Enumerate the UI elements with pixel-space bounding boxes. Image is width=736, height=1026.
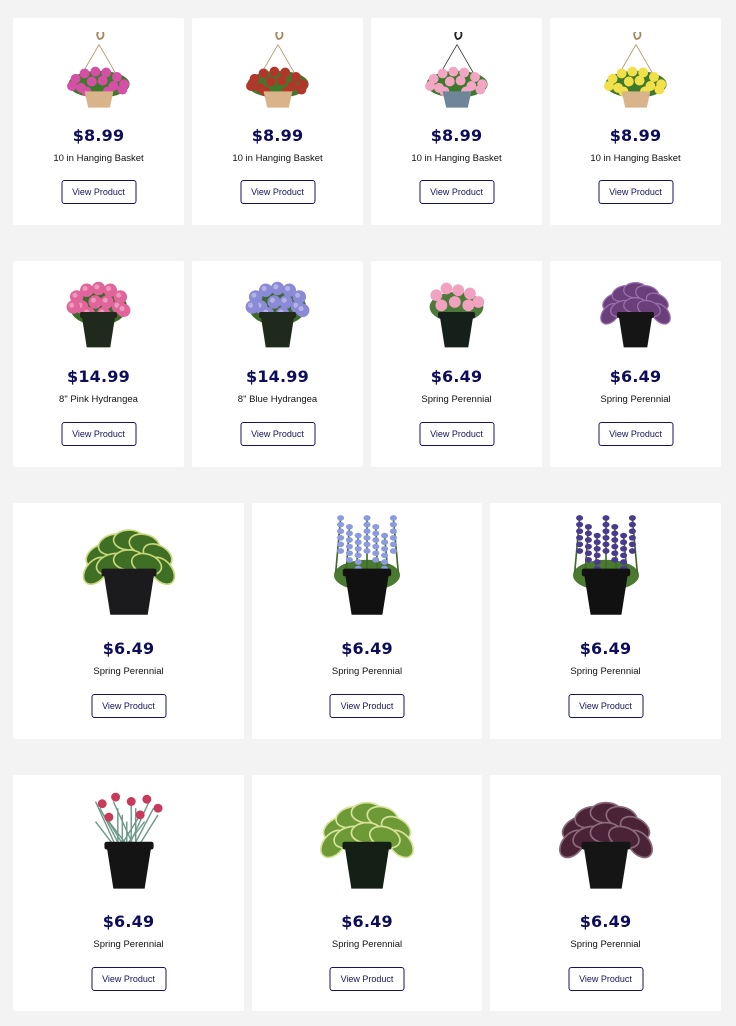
product-name: 10 in Hanging Basket	[590, 153, 681, 164]
product-card[interactable]: $6.49 Spring Perennial View Product	[252, 775, 482, 1011]
product-price: $8.99	[609, 126, 662, 145]
product-image[interactable]	[550, 265, 721, 349]
product-card[interactable]: $14.99 8" Pink Hydrangea View Product	[13, 261, 184, 467]
product-price: $6.49	[579, 912, 632, 931]
product-image[interactable]	[490, 507, 721, 617]
product-image[interactable]	[192, 32, 363, 122]
product-image[interactable]	[252, 507, 482, 617]
blue-salvia-pot-icon	[334, 515, 400, 615]
product-card[interactable]: $8.99 10 in Hanging Basket View Product	[192, 18, 363, 225]
product-name: Spring Perennial	[331, 939, 403, 950]
purple-heuchera-pot-icon	[600, 282, 671, 348]
pink-flower-hanging-basket-icon	[66, 32, 130, 108]
product-card[interactable]: $8.99 10 in Hanging Basket View Product	[550, 18, 721, 225]
product-price: $6.49	[341, 912, 393, 931]
view-product-button[interactable]: View Product	[568, 694, 643, 718]
product-image[interactable]	[252, 779, 482, 891]
product-image[interactable]	[550, 32, 721, 122]
product-card[interactable]: $6.49 Spring Perennial View Product	[252, 503, 482, 739]
product-name: 10 in Hanging Basket	[53, 153, 144, 164]
product-card[interactable]: $8.99 10 in Hanging Basket View Product	[371, 18, 542, 225]
product-price: $6.49	[102, 639, 155, 658]
product-card[interactable]: $6.49 Spring Perennial View Product	[371, 261, 542, 467]
dark-heuchera-pot-icon	[558, 801, 653, 889]
product-name: Spring Perennial	[421, 394, 492, 405]
pink-hydrangea-pot-icon	[66, 281, 131, 348]
product-price: $6.49	[579, 639, 632, 658]
product-price: $14.99	[67, 367, 130, 386]
view-product-button[interactable]: View Product	[329, 967, 405, 991]
product-name: Spring Perennial	[570, 666, 641, 677]
product-name: 10 in Hanging Basket	[232, 153, 323, 164]
pink-impatiens-hanging-basket-icon	[424, 32, 488, 108]
product-name: 8" Pink Hydrangea	[59, 394, 138, 405]
product-image[interactable]	[490, 779, 721, 891]
product-name: Spring Perennial	[331, 666, 403, 677]
product-name: Spring Perennial	[93, 939, 164, 950]
product-image[interactable]	[371, 265, 542, 349]
view-product-button[interactable]: View Product	[61, 180, 136, 204]
view-product-button[interactable]: View Product	[419, 422, 494, 446]
hosta-pot-icon	[82, 529, 175, 615]
product-card[interactable]: $6.49 Spring Perennial View Product	[490, 503, 721, 739]
view-product-button[interactable]: View Product	[598, 422, 673, 446]
product-price: $8.99	[430, 126, 483, 145]
product-card[interactable]: $6.49 Spring Perennial View Product	[550, 261, 721, 467]
product-name: Spring Perennial	[570, 939, 641, 950]
view-product-button[interactable]: View Product	[91, 967, 166, 991]
product-image[interactable]	[371, 32, 542, 122]
product-image[interactable]	[13, 32, 184, 122]
product-price: $6.49	[609, 367, 662, 386]
product-price: $6.49	[341, 639, 393, 658]
view-product-button[interactable]: View Product	[329, 694, 405, 718]
view-product-button[interactable]: View Product	[568, 967, 643, 991]
view-product-button[interactable]: View Product	[240, 422, 315, 446]
product-card[interactable]: $8.99 10 in Hanging Basket View Product	[13, 18, 184, 225]
product-image[interactable]	[13, 265, 184, 349]
product-card[interactable]: $6.49 Spring Perennial View Product	[13, 775, 244, 1011]
purple-salvia-pot-icon	[572, 515, 639, 615]
product-name: Spring Perennial	[600, 394, 671, 405]
variegated-hosta-pot-icon	[320, 801, 414, 889]
product-price: $6.49	[430, 367, 483, 386]
product-name: 8" Blue Hydrangea	[237, 394, 318, 405]
view-product-button[interactable]: View Product	[598, 180, 673, 204]
product-card[interactable]: $6.49 Spring Perennial View Product	[13, 503, 244, 739]
product-price: $8.99	[251, 126, 304, 145]
view-product-button[interactable]: View Product	[61, 422, 136, 446]
view-product-button[interactable]: View Product	[91, 694, 166, 718]
product-card[interactable]: $6.49 Spring Perennial View Product	[490, 775, 721, 1011]
pink-dianthus-pot-icon	[429, 282, 485, 348]
product-image[interactable]	[13, 507, 244, 617]
coleus-hanging-basket-icon	[245, 32, 309, 108]
product-image[interactable]	[192, 265, 363, 349]
product-price: $14.99	[246, 367, 309, 386]
product-image[interactable]	[13, 779, 244, 891]
yellow-flower-hanging-basket-icon	[603, 32, 667, 108]
product-price: $6.49	[102, 912, 155, 931]
view-product-button[interactable]: View Product	[240, 180, 315, 204]
view-product-button[interactable]: View Product	[419, 180, 494, 204]
product-name: Spring Perennial	[93, 666, 164, 677]
product-price: $8.99	[72, 126, 125, 145]
product-name: 10 in Hanging Basket	[411, 153, 502, 164]
product-card[interactable]: $14.99 8" Blue Hydrangea View Product	[192, 261, 363, 467]
red-dianthus-pot-icon	[94, 792, 162, 889]
blue-hydrangea-pot-icon	[245, 281, 310, 348]
